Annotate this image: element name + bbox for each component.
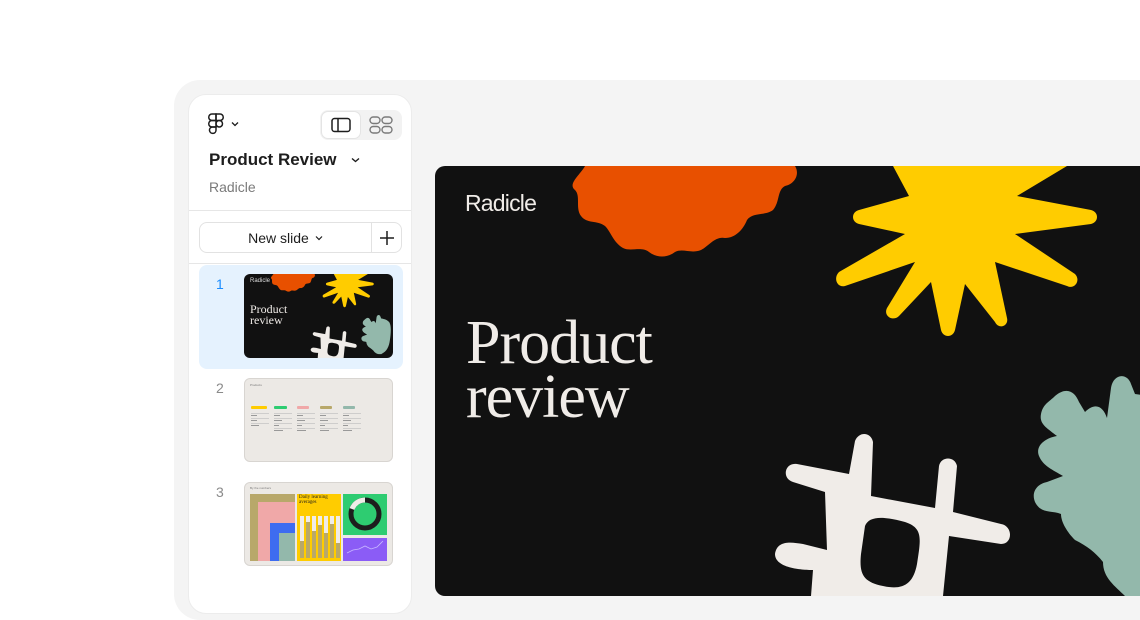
chevron-down-icon — [351, 157, 360, 163]
new-slide-control: New slide — [199, 222, 402, 253]
cream-hash-shape — [775, 433, 1010, 596]
grid-icon — [369, 116, 393, 134]
orange-scallop-shape — [572, 166, 797, 257]
figma-logo-icon — [207, 113, 225, 135]
presentation-title: Product Review — [209, 150, 337, 169]
slides-sidebar: Product Review Radicle New slide 1 Radic… — [188, 94, 412, 614]
new-slide-label: New slide — [248, 229, 309, 246]
presentation-title-button[interactable]: Product Review — [209, 150, 360, 170]
sage-splat-shape — [1033, 376, 1140, 596]
plus-icon — [379, 230, 395, 246]
slide-number: 3 — [216, 484, 224, 500]
main-slide-canvas[interactable]: Radicle Product review — [435, 166, 1140, 596]
slide-thumbnail-2[interactable]: 2 Products — [199, 369, 403, 473]
thumbnail-table-artwork — [251, 406, 361, 431]
slide-preview: Products — [244, 378, 393, 462]
yellow-star-shape — [836, 166, 1097, 336]
slide-preview: By the numbers Daily learning averages — [244, 482, 393, 566]
panel-icon — [331, 117, 351, 133]
view-toggle — [320, 110, 402, 140]
new-slide-button[interactable]: New slide — [200, 223, 371, 252]
slide-thumbnail-3[interactable]: 3 By the numbers Daily learning averages — [199, 473, 403, 577]
slide-thumbnail-1[interactable]: 1 Radicle Product review — [199, 265, 403, 369]
add-slide-button[interactable] — [371, 223, 401, 252]
chevron-down-icon — [315, 235, 323, 241]
sidebar-topbar — [189, 95, 411, 155]
headline-line-2: review — [466, 363, 630, 431]
slide-number: 1 — [216, 276, 224, 292]
slide-number: 2 — [216, 380, 224, 396]
grid-view-button[interactable] — [362, 112, 400, 138]
divider — [189, 210, 411, 211]
app-menu-button[interactable] — [207, 113, 239, 135]
thumb-chart-title-line-2: averages — [299, 500, 317, 505]
chevron-down-icon — [231, 121, 239, 127]
slide-preview: Radicle Product review — [244, 274, 393, 358]
single-view-button[interactable] — [322, 112, 360, 138]
thumb-headline-line-2: review — [250, 313, 283, 327]
thumb-brand: Radicle — [250, 278, 271, 284]
slide-brand-label: Radicle — [465, 190, 537, 216]
slide-headline: Product review — [466, 309, 653, 431]
divider — [189, 263, 411, 264]
headline-line-1: Product — [466, 309, 653, 377]
thumb-chart-title: Daily learning averages — [299, 495, 328, 505]
thumb-headline: Product review — [250, 303, 287, 327]
team-name: Radicle — [209, 179, 256, 195]
